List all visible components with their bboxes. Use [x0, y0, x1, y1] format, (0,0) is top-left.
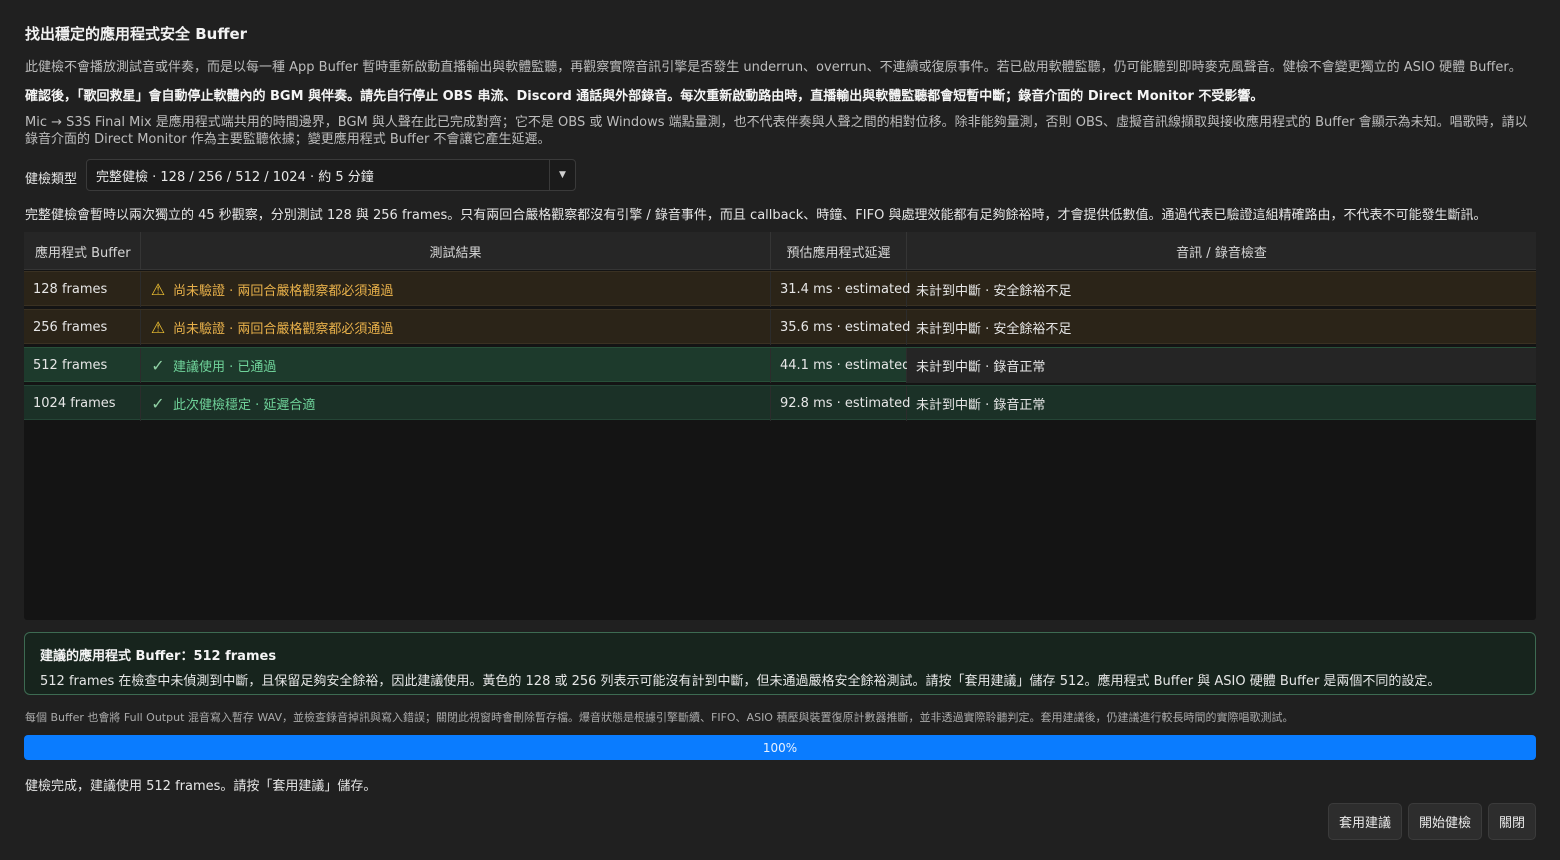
intro-paragraph: 此健檢不會播放測試音或伴奏，而是以每一種 App Buffer 暫時重新啟動直播… [25, 60, 1522, 75]
result-cell: ⚠ 尚未驗證 · 兩回合嚴格觀察都必須通過 [141, 310, 771, 345]
latency-cell: 44.1 ms · estimated [771, 348, 910, 383]
result-cell: ✓ 此次健檢穩定 · 延遲合適 [141, 386, 771, 421]
progress-bar: 100% [24, 735, 1536, 760]
start-check-button[interactable]: 開始健檢 [1408, 803, 1482, 840]
result-text: 建議使用 · 已通過 [173, 360, 277, 375]
buffer-cell: 128 frames [24, 272, 141, 307]
check-type-select[interactable]: 完整健檢 · 128 / 256 / 512 / 1024 · 約 5 分鐘 ▼ [86, 159, 576, 191]
chevron-down-icon[interactable]: ▼ [549, 160, 575, 190]
buffer-cell: 256 frames [24, 310, 141, 345]
warning-icon: ⚠ [150, 318, 166, 337]
close-button[interactable]: 關閉 [1488, 803, 1536, 840]
buffer-cell: 1024 frames [24, 386, 141, 421]
check-cell: 未計到中斷 · 錄音正常 [916, 398, 1046, 413]
check-icon: ✓ [151, 394, 165, 413]
latency-paragraph: Mic → S3S Final Mix 是應用程式端共用的時間邊界，BGM 與人… [25, 115, 1528, 147]
check-icon: ✓ [151, 356, 165, 375]
recommendation-title: 建議的應用程式 Buffer：512 frames [40, 649, 277, 664]
header-buffer: 應用程式 Buffer [24, 232, 141, 270]
dialog-title: 找出穩定的應用程式安全 Buffer [25, 25, 248, 43]
header-result: 測試結果 [141, 232, 771, 270]
latency-cell: 31.4 ms · estimated [771, 272, 910, 307]
table-header: 應用程式 Buffer 測試結果 預估應用程式延遲 音訊 / 錄音檢查 [24, 232, 1536, 270]
result-text: 尚未驗證 · 兩回合嚴格觀察都必須通過 [173, 322, 394, 337]
table-row[interactable]: 1024 frames ✓ 此次健檢穩定 · 延遲合適 92.8 ms · es… [24, 385, 1536, 421]
check-type-value: 完整健檢 · 128 / 256 / 512 / 1024 · 約 5 分鐘 [96, 169, 374, 185]
warning-paragraph: 確認後，「歌回救星」會自動停止軟體內的 BGM 與伴奏。請先自行停止 OBS 串… [25, 89, 1264, 104]
check-cell: 未計到中斷 · 錄音正常 [907, 348, 1536, 383]
result-text: 此次健檢穩定 · 延遲合適 [173, 398, 316, 413]
recommendation-box: 建議的應用程式 Buffer：512 frames 512 frames 在檢查… [24, 632, 1536, 695]
result-cell: ✓ 建議使用 · 已通過 [141, 348, 771, 383]
latency-cell: 35.6 ms · estimated [771, 310, 910, 345]
recommendation-body: 512 frames 在檢查中未偵測到中斷，且保留足夠安全餘裕，因此建議使用。黃… [40, 674, 1441, 689]
warning-icon: ⚠ [150, 280, 166, 299]
apply-suggestion-button[interactable]: 套用建議 [1328, 803, 1402, 840]
check-description: 完整健檢會暫時以兩次獨立的 45 秒觀察，分別測試 128 與 256 fram… [25, 208, 1487, 223]
result-text: 尚未驗證 · 兩回合嚴格觀察都必須通過 [173, 284, 394, 299]
check-cell: 未計到中斷 · 安全餘裕不足 [916, 322, 1072, 337]
check-type-label: 健檢類型 [25, 172, 78, 187]
latency-cell: 92.8 ms · estimated [771, 386, 910, 421]
check-cell: 未計到中斷 · 安全餘裕不足 [916, 284, 1072, 299]
header-latency: 預估應用程式延遲 [771, 232, 907, 270]
header-check: 音訊 / 錄音檢查 [1176, 245, 1267, 261]
result-cell: ⚠ 尚未驗證 · 兩回合嚴格觀察都必須通過 [141, 272, 771, 307]
status-text: 健檢完成，建議使用 512 frames。請按「套用建議」儲存。 [25, 779, 377, 794]
progress-label: 100% [762, 740, 798, 755]
results-table: 應用程式 Buffer 測試結果 預估應用程式延遲 音訊 / 錄音檢查 128 … [24, 232, 1536, 620]
table-row-selected[interactable]: 512 frames ✓ 建議使用 · 已通過 44.1 ms · estima… [24, 347, 1536, 383]
table-row[interactable]: 128 frames ⚠ 尚未驗證 · 兩回合嚴格觀察都必須通過 31.4 ms… [24, 271, 1536, 307]
buffer-cell: 512 frames [24, 348, 141, 383]
footnote: 每個 Buffer 也會將 Full Output 混音寫入暫存 WAV，並檢查… [25, 711, 1294, 724]
table-row[interactable]: 256 frames ⚠ 尚未驗證 · 兩回合嚴格觀察都必須通過 35.6 ms… [24, 309, 1536, 345]
